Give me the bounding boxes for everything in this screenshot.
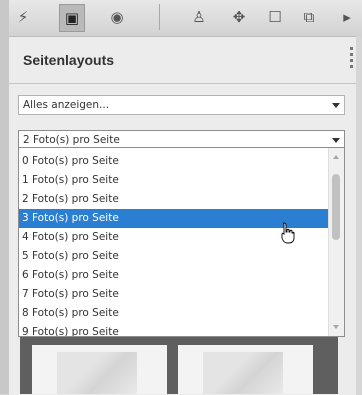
window-frame	[0, 0, 9, 394]
camera-icon[interactable]: ◉	[105, 4, 129, 30]
text-tool-icon[interactable]: ♙	[187, 4, 211, 30]
dropdown-option[interactable]: 5 Foto(s) pro Seite	[19, 247, 329, 266]
dropdown-option[interactable]: 8 Foto(s) pro Seite	[19, 304, 329, 323]
panel-divider	[9, 83, 356, 84]
dropdown-option[interactable]: 6 Foto(s) pro Seite	[19, 266, 329, 285]
filter-select[interactable]: Alles anzeigen...	[18, 95, 345, 115]
scroll-up-icon[interactable]	[333, 155, 339, 159]
layout-thumbnails	[20, 337, 338, 394]
panel-title: Seitenlayouts	[23, 52, 115, 68]
tool-icon[interactable]: ⚡	[11, 4, 35, 30]
layout-thumbnail[interactable]	[178, 345, 313, 394]
scroll-down-icon[interactable]	[333, 325, 339, 329]
panel-grip-icon[interactable]	[350, 47, 354, 71]
dropdown-option[interactable]: 2 Foto(s) pro Seite	[19, 190, 329, 209]
dropdown-option[interactable]: 7 Foto(s) pro Seite	[19, 285, 329, 304]
toolbar: ⚡ ▣ ◉ ♙ ✥ ☐ ⧉ ▸	[9, 0, 362, 36]
mouse-cursor-icon	[281, 222, 295, 244]
layout-thumbnail[interactable]	[32, 345, 167, 394]
dropdown-scrollbar[interactable]	[328, 148, 344, 336]
layout-tool-icon[interactable]: ▣	[59, 4, 85, 32]
toolbar-divider	[159, 4, 160, 30]
dropdown-option[interactable]: 9 Foto(s) pro Seite	[19, 323, 329, 336]
filter-select-value: Alles anzeigen...	[23, 99, 110, 111]
chevron-down-icon	[332, 103, 340, 108]
copy-tool-icon[interactable]: ⧉	[297, 4, 321, 30]
more-tool-icon[interactable]: ▸	[335, 4, 359, 30]
dropdown-option[interactable]: 1 Foto(s) pro Seite	[19, 171, 329, 190]
scrollbar-thumb[interactable]	[332, 174, 340, 240]
dropdown-option[interactable]: 0 Foto(s) pro Seite	[19, 152, 329, 171]
move-tool-icon[interactable]: ✥	[227, 4, 251, 30]
layout-dropdown-list[interactable]: 0 Foto(s) pro Seite 1 Foto(s) pro Seite 2 …	[18, 147, 345, 337]
chevron-down-icon	[332, 138, 340, 143]
layout-select-value: 2 Foto(s) pro Seite	[23, 134, 120, 146]
frame-tool-icon[interactable]: ☐	[263, 4, 287, 30]
